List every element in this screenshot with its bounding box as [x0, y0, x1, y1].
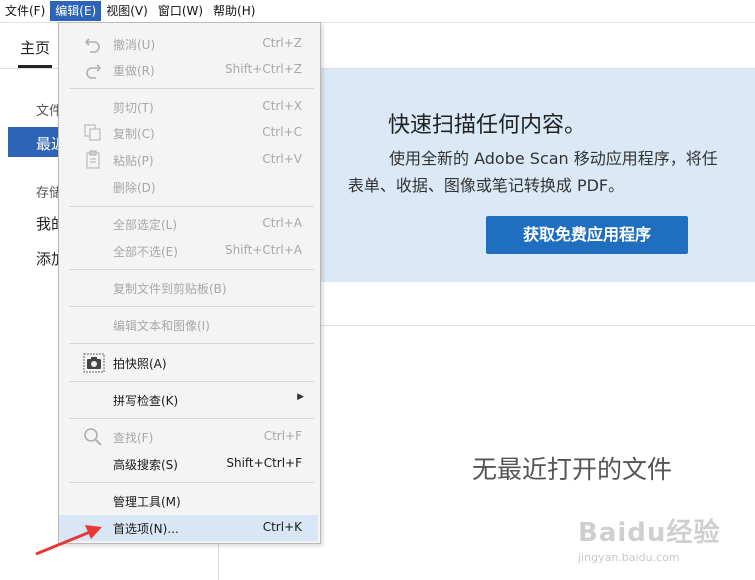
menu-separator [69, 88, 314, 89]
menu-item-delete-label: 删除(D) [113, 181, 156, 195]
tab-home[interactable]: 主页 [20, 37, 50, 58]
menu-item-undo-shortcut: Ctrl+Z [262, 36, 302, 50]
red-arrow-icon [30, 520, 110, 564]
menu-item-undo[interactable]: 撤消(U) Ctrl+Z [59, 31, 318, 57]
menu-item-undo-label: 撤消(U) [113, 38, 156, 52]
menu-edit[interactable]: 编辑(E) [50, 1, 102, 21]
menu-item-redo-shortcut: Shift+Ctrl+Z [225, 62, 302, 76]
menu-separator [69, 381, 314, 382]
menu-item-copy[interactable]: 复制(C) Ctrl+C [59, 120, 318, 146]
menu-item-select-all-shortcut: Ctrl+A [262, 216, 302, 230]
menu-item-copy-file-label: 复制文件到剪贴板(B) [113, 282, 227, 296]
menu-item-preferences-shortcut: Ctrl+K [262, 520, 302, 534]
menu-separator [69, 306, 314, 307]
menu-separator [69, 343, 314, 344]
menu-item-advanced-search-label: 高级搜索(S) [113, 458, 178, 472]
menu-file[interactable]: 文件(F) [0, 1, 50, 21]
menu-item-copy-shortcut: Ctrl+C [262, 125, 302, 139]
menu-item-advanced-search[interactable]: 高级搜索(S) Shift+Ctrl+F [59, 451, 318, 477]
menu-item-edit-text-label: 编辑文本和图像(I) [113, 319, 210, 333]
menu-item-snapshot-label: 拍快照(A) [113, 357, 167, 371]
menu-item-copy-label: 复制(C) [113, 127, 155, 141]
paste-icon [83, 150, 103, 170]
menu-item-cut-label: 剪切(T) [113, 101, 154, 115]
menu-view[interactable]: 视图(V) [101, 1, 153, 21]
menu-item-snapshot[interactable]: 拍快照(A) [59, 350, 318, 376]
menu-item-paste[interactable]: 粘贴(P) Ctrl+V [59, 147, 318, 173]
camera-icon [83, 353, 105, 373]
menu-item-paste-shortcut: Ctrl+V [262, 152, 302, 166]
menu-item-find[interactable]: 查找(F) Ctrl+F [59, 424, 318, 450]
watermark: Baidu经验 jingyan.baidu.com [578, 512, 720, 564]
copy-icon [83, 123, 103, 143]
menu-item-cut[interactable]: 剪切(T) Ctrl+X [59, 94, 318, 120]
menu-separator [69, 418, 314, 419]
menu-item-deselect-all[interactable]: 全部不选(E) Shift+Ctrl+A [59, 238, 318, 264]
search-icon [83, 427, 103, 447]
menu-item-edit-text-images[interactable]: 编辑文本和图像(I) [59, 312, 318, 338]
menu-item-find-label: 查找(F) [113, 431, 154, 445]
menu-item-copy-file-to-clipboard[interactable]: 复制文件到剪贴板(B) [59, 275, 318, 301]
menu-item-advanced-search-shortcut: Shift+Ctrl+F [226, 456, 302, 470]
menu-item-delete[interactable]: 删除(D) [59, 174, 318, 200]
menu-item-select-all[interactable]: 全部选定(L) Ctrl+A [59, 211, 318, 237]
menu-item-find-shortcut: Ctrl+F [263, 429, 302, 443]
menu-item-spell-check[interactable]: 拼写检查(K) ▶ [59, 387, 318, 413]
menu-item-paste-label: 粘贴(P) [113, 154, 154, 168]
menu-item-select-all-label: 全部选定(L) [113, 218, 178, 232]
menu-window[interactable]: 窗口(W) [153, 1, 208, 21]
menu-item-preferences-label: 首选项(N)... [113, 522, 179, 536]
undo-icon [83, 34, 103, 54]
menu-item-deselect-all-label: 全部不选(E) [113, 245, 178, 259]
menu-bar: 文件(F) 编辑(E) 视图(V) 窗口(W) 帮助(H) [0, 0, 755, 23]
menu-item-deselect-all-shortcut: Shift+Ctrl+A [225, 243, 302, 257]
menu-item-redo[interactable]: 重做(R) Shift+Ctrl+Z [59, 57, 318, 83]
edit-menu-dropdown: 撤消(U) Ctrl+Z 重做(R) Shift+Ctrl+Z 剪切(T) Ct… [58, 22, 321, 544]
menu-separator [69, 269, 314, 270]
menu-item-cut-shortcut: Ctrl+X [262, 99, 302, 113]
empty-recent-text: 无最近打开的文件 [472, 455, 673, 484]
get-free-app-button[interactable]: 获取免费应用程序 [486, 216, 688, 254]
menu-separator [69, 206, 314, 207]
chevron-right-icon: ▶ [297, 392, 304, 402]
menu-item-redo-label: 重做(R) [113, 64, 155, 78]
menu-separator [69, 482, 314, 483]
menu-help[interactable]: 帮助(H) [208, 1, 260, 21]
menu-item-spell-check-label: 拼写检查(K) [113, 394, 179, 408]
promo-text-line-1: 使用全新的 Adobe Scan 移动应用程序，将任 [389, 149, 718, 168]
menu-item-manage-tools[interactable]: 管理工具(M) [59, 488, 318, 514]
redo-icon [83, 60, 103, 80]
watermark-brand: Baidu经验 [578, 518, 721, 548]
watermark-url: jingyan.baidu.com [578, 551, 680, 564]
tab-home-indicator [18, 65, 52, 68]
menu-item-manage-tools-label: 管理工具(M) [113, 495, 181, 509]
